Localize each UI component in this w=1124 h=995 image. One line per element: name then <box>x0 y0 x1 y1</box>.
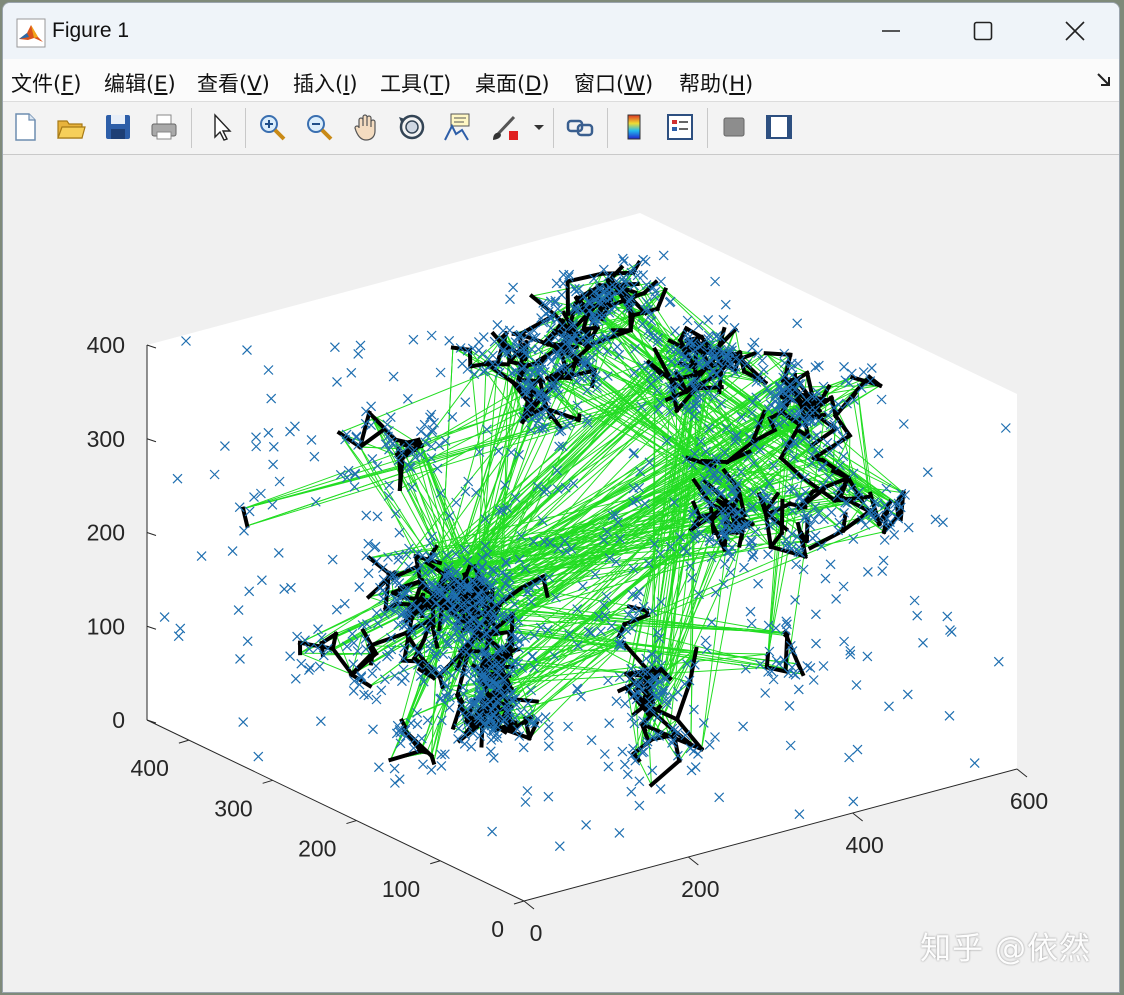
brush-button[interactable] <box>488 110 522 144</box>
show-plot-tools-icon <box>766 115 792 139</box>
menu-tools[interactable]: 工具(T) <box>380 68 451 98</box>
data-cursor-icon <box>444 113 470 141</box>
minimize-button[interactable] <box>845 3 937 59</box>
maximize-icon <box>973 21 993 41</box>
maximize-button[interactable] <box>937 3 1029 59</box>
insert-colorbar-button[interactable] <box>617 110 651 144</box>
hide-plot-tools-icon <box>723 117 745 137</box>
figure-window: Figure 1 文件(F) 编辑(E) 查看(V) 插入(I) 工具(T) 桌… <box>2 2 1120 993</box>
save-button[interactable] <box>101 110 135 144</box>
y-tick-label: 0 <box>491 916 504 942</box>
zoom-in-button[interactable] <box>255 110 289 144</box>
print-icon <box>151 114 177 140</box>
y-tick <box>346 820 357 825</box>
y-tick <box>178 739 190 744</box>
axes-3d[interactable]: 010020030040001002003004000200400600 <box>3 155 1120 993</box>
zoom-out-icon <box>307 115 333 141</box>
minimize-icon <box>882 30 900 32</box>
insert-legend-button[interactable] <box>663 110 697 144</box>
menu-desktop[interactable]: 桌面(D) <box>475 68 550 98</box>
x-tick-label: 200 <box>681 876 719 902</box>
y-tick-label: 300 <box>214 795 252 821</box>
save-icon <box>106 115 130 139</box>
open-folder-icon <box>57 120 86 139</box>
show-plot-tools-button[interactable] <box>762 110 796 144</box>
y-tick-label: 100 <box>382 876 420 902</box>
z-tick-label: 0 <box>112 707 125 733</box>
close-button[interactable] <box>1029 3 1119 59</box>
new-figure-button[interactable] <box>8 110 42 144</box>
new-file-icon <box>15 113 36 141</box>
brush-dropdown-icon <box>534 125 544 130</box>
menu-insert[interactable]: 插入(I) <box>293 68 358 98</box>
y-tick <box>513 900 525 905</box>
close-icon <box>1065 21 1085 41</box>
data-cursor-button[interactable] <box>440 110 474 144</box>
plot-area: 0 100 200 300 400 0 100 200 300 400 0 200 400 600 知乎 … <box>3 155 1119 992</box>
dock-arrow-icon[interactable] <box>1095 71 1113 89</box>
tree-edge <box>397 472 403 491</box>
y-tick <box>262 779 273 784</box>
menu-bar: 文件(F) 编辑(E) 查看(V) 插入(I) 工具(T) 桌面(D) 窗口(W… <box>3 59 1119 102</box>
pan-button[interactable] <box>349 110 383 144</box>
print-button[interactable] <box>147 110 181 144</box>
tree-edge <box>700 458 730 465</box>
edit-plot-button[interactable] <box>204 110 238 144</box>
x-tick-label: 600 <box>1010 788 1048 814</box>
title-bar: Figure 1 <box>3 3 1119 59</box>
zoom-in-icon <box>260 115 286 141</box>
rotate-3d-icon <box>399 114 425 140</box>
brush-dropdown-button[interactable] <box>531 110 547 144</box>
y-tick-label: 200 <box>298 836 336 862</box>
brush-icon <box>493 115 518 140</box>
select-arrow-icon <box>214 113 232 141</box>
menu-file[interactable]: 文件(F) <box>11 68 82 98</box>
colorbar-icon <box>627 114 641 140</box>
rotate-3d-button[interactable] <box>395 110 429 144</box>
z-tick-label: 100 <box>87 613 125 639</box>
x-tick <box>688 856 699 866</box>
tree-edge <box>576 413 582 423</box>
hide-plot-tools-button[interactable] <box>717 110 751 144</box>
z-tick-label: 300 <box>87 426 125 452</box>
legend-icon <box>667 114 693 140</box>
tree-edge <box>840 512 848 533</box>
y-tick <box>430 860 441 865</box>
x-tick-label: 400 <box>845 832 883 858</box>
figure-toolbar <box>3 102 1119 155</box>
tree-edge <box>418 748 430 755</box>
tree-edge <box>763 351 793 357</box>
menu-view[interactable]: 查看(V) <box>197 68 270 98</box>
menu-edit[interactable]: 编辑(E) <box>104 68 176 98</box>
link-plot-button[interactable] <box>563 110 597 144</box>
tree-edge <box>779 498 785 535</box>
menu-help[interactable]: 帮助(H) <box>679 68 753 98</box>
zoom-out-button[interactable] <box>302 110 336 144</box>
x-tick <box>852 812 863 822</box>
matlab-logo-icon <box>16 18 46 48</box>
x-tick-label: 0 <box>530 920 543 946</box>
open-file-button[interactable] <box>54 110 88 144</box>
x-tick <box>523 900 535 910</box>
z-tick-label: 400 <box>87 332 125 358</box>
tree-edge <box>764 651 771 670</box>
pan-hand-icon <box>354 114 376 141</box>
link-plot-icon <box>566 119 594 137</box>
y-tick-label: 400 <box>131 755 169 781</box>
window-title: Figure 1 <box>52 19 130 42</box>
watermark: 知乎 @依然 <box>920 931 1091 967</box>
z-tick-label: 200 <box>87 520 125 546</box>
x-tick <box>1016 768 1028 778</box>
menu-window[interactable]: 窗口(W) <box>574 68 653 98</box>
